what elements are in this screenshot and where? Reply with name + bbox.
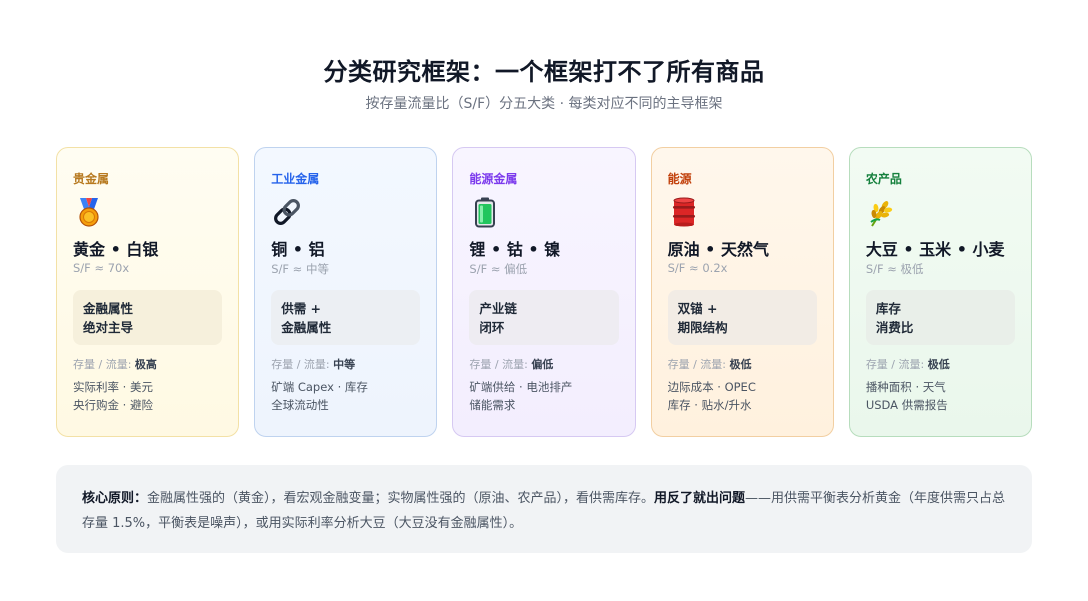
ratio-label: 存量 / 流量: [865,358,925,371]
ratio-label: 存量 / 流量: [271,358,330,371]
card-drivers: 矿端供给 · 电池排产 储能需求 [469,378,618,414]
card-sf-ratio: S/F ≈ 0.2x [667,261,728,275]
driver-line: 央行购金 · 避险 [73,398,153,412]
card-attribute-box: 产业链 闭环 [469,290,619,345]
card-sf-ratio: S/F ≈ 70x [73,261,130,275]
card-sf-ratio: S/F ≈ 中等 [271,262,329,276]
driver-line: 储能需求 [469,398,516,412]
principle-label: 核心原则： [82,491,148,506]
card-sf-ratio: S/F ≈ 偏低 [469,262,528,276]
page-title: 分类研究框架：一个框架打不了所有商品 [323,58,765,86]
card-attribute-box: 供需 + 金融属性 [271,290,421,345]
card-sf-ratio: S/F ≈ 极低 [865,262,924,276]
card-items: 大豆 • 玉米 • 小麦 [865,240,1005,259]
attribute-line: 供需 + [281,301,322,316]
card-category: 工业金属 [271,172,320,186]
wheat-icon [866,196,898,228]
card-items: 原油 • 天然气 [667,240,769,259]
card-energy: 能源 原油 • 天然气 S/F ≈ 0.2x 双锚 + 期限结构 存量 / 流量… [650,147,834,437]
page-subtitle: 按存量流量比（S/F）分五大类 · 每类对应不同的主导框架 [365,96,723,112]
core-principle-box: 核心原则：金融属性强的（黄金），看宏观金融变量；实物属性强的（原油、农产品），看… [56,465,1032,553]
driver-line: 库存 · 贴水/升水 [667,398,752,412]
stock-flow-ratio: 存量 / 流量: 偏低 [469,356,618,372]
driver-line: 边际成本 · OPEC [667,380,756,394]
attribute-line: 金融属性 [281,320,332,335]
attribute-line: 金融属性 [83,301,134,316]
chain-icon [271,196,303,228]
card-items: 铜 • 铝 [271,240,325,259]
driver-line: 实际利率 · 美元 [73,380,153,394]
card-category: 农产品 [865,172,902,186]
card-category: 能源金属 [469,172,518,186]
stock-flow-ratio: 存量 / 流量: 极高 [73,356,222,372]
ratio-label: 存量 / 流量: [667,358,727,371]
principle-text: 金融属性强的（黄金），看宏观金融变量；实物属性强的（原油、农产品），看供需库存。 [147,491,655,506]
driver-line: USDA 供需报告 [865,398,948,412]
medal-icon [73,196,105,228]
ratio-label: 存量 / 流量: [469,358,528,371]
ratio-value: 中等 [333,358,356,371]
stock-flow-ratio: 存量 / 流量: 极低 [866,356,1015,372]
card-precious-metals: 贵金属 黄金 • 白银 S/F ≈ 70x 金融属性 绝对主导 存量 / 流量:… [56,147,240,437]
driver-line: 播种面积 · 天气 [865,380,946,394]
driver-line: 矿端 Capex · 库存 [271,380,368,394]
card-attribute-box: 金融属性 绝对主导 [73,290,223,345]
attribute-line: 期限结构 [677,320,728,335]
card-drivers: 边际成本 · OPEC 库存 · 贴水/升水 [668,378,817,414]
card-agriculture: 农产品 大豆 • 玉米 • 小麦 S/F ≈ 极低 库存 消费比 存量 / 流量… [848,147,1033,437]
card-drivers: 实际利率 · 美元 央行购金 · 避险 [73,378,222,414]
attribute-line: 产业链 [479,301,517,316]
ratio-value: 极低 [927,358,950,371]
ratio-value: 极低 [729,358,752,371]
battery-icon [469,196,501,228]
card-attribute-box: 双锚 + 期限结构 [667,290,817,345]
driver-line: 全球流动性 [271,398,329,412]
attribute-line: 双锚 + [677,301,718,316]
card-items: 黄金 • 白银 [73,240,159,259]
card-category: 能源 [667,172,692,186]
ratio-label: 存量 / 流量: [73,358,132,371]
card-items: 锂 • 钴 • 镍 [469,240,561,259]
driver-line: 矿端供给 · 电池排产 [469,380,573,394]
card-attribute-box: 库存 消费比 [865,290,1016,345]
card-industrial-metals: 工业金属 铜 • 铝 S/F ≈ 中等 供需 + 金融属性 存量 / 流量: 中… [254,147,438,437]
principle-emphasis: 用反了就出问题 [654,491,746,506]
card-drivers: 播种面积 · 天气 USDA 供需报告 [866,378,1015,414]
card-category: 贵金属 [73,172,110,186]
card-drivers: 矿端 Capex · 库存 全球流动性 [271,378,420,414]
ratio-value: 极高 [134,358,157,371]
attribute-line: 消费比 [875,320,914,335]
stock-flow-ratio: 存量 / 流量: 中等 [271,356,420,372]
stock-flow-ratio: 存量 / 流量: 极低 [668,356,817,372]
attribute-line: 库存 [875,301,901,316]
attribute-line: 绝对主导 [83,320,134,335]
oil-drum-icon [668,196,700,228]
category-cards: 贵金属 黄金 • 白银 S/F ≈ 70x 金融属性 绝对主导 存量 / 流量:… [56,147,1033,437]
card-energy-metals: 能源金属 锂 • 钴 • 镍 S/F ≈ 偏低 产业链 闭环 存量 / 流量: … [452,147,636,437]
attribute-line: 闭环 [479,320,505,335]
ratio-value: 偏低 [531,358,554,371]
